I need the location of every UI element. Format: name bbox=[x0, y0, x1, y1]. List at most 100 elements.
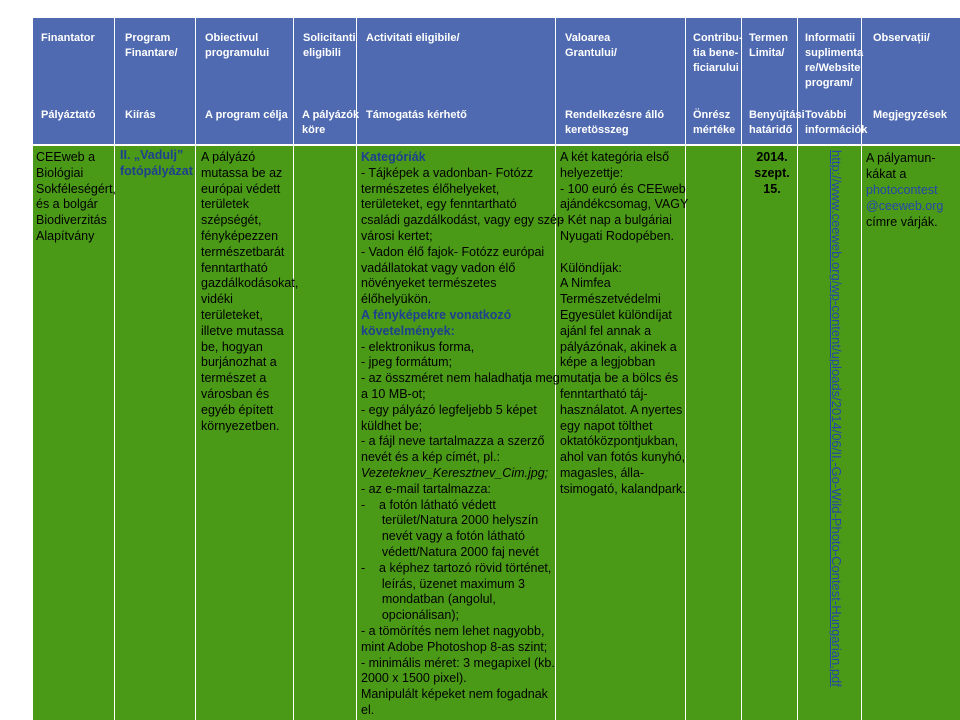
activities-line: - a fájl neve tartalmazza a szerző bbox=[361, 434, 545, 449]
activities-cell: Kategóriák - Tájképek a vadonban- Fotózz t… bbox=[361, 150, 564, 719]
activities-line: A fényképekre vonatkozó bbox=[361, 307, 512, 322]
header-hu-activities: Támogatás kérhető bbox=[366, 109, 467, 121]
activities-line: - minimális méret: 3 megapixel (kb. bbox=[361, 655, 555, 670]
header-ro-program: Program Finantare/ bbox=[125, 32, 178, 59]
activities-line: növényeket természetes bbox=[361, 276, 497, 291]
goal-cell: A pályázó mutassa be az európai védett t… bbox=[201, 150, 299, 433]
header-ro-activities: Activitati eligibile/ bbox=[366, 32, 460, 44]
activities-line: a 10 MB-ot; bbox=[361, 386, 426, 401]
activities-line: - egy pályázó legfeljebb 5 képet bbox=[361, 402, 537, 417]
activities-line: Vezeteknev_Keresztnev_Cim.jpg; bbox=[361, 465, 549, 480]
grant-line: - 100 euró és CEEweb bbox=[560, 181, 686, 196]
header-ro-deadline: Termen Limita/ bbox=[749, 32, 788, 59]
activities-line: 2000 x 1500 pixel). bbox=[361, 671, 467, 686]
deadline-date: szept. 15. bbox=[754, 165, 790, 196]
activities-line: - a tömörítés nem lehet nagyobb, bbox=[361, 623, 545, 638]
notes-email-1[interactable]: photocontest bbox=[866, 182, 956, 198]
grant-line: A Nimfea bbox=[560, 276, 611, 291]
program-cell: II. „Vadulj” fotópályázat bbox=[120, 148, 193, 178]
activities-line: - elektronikus forma, bbox=[361, 339, 475, 354]
activities-line: nevét vagy a fotón látható bbox=[361, 529, 525, 544]
column-divider bbox=[114, 18, 115, 720]
activities-line: - a képhez tartozó rövid történet, bbox=[361, 560, 552, 575]
header-ro-grant: Valoarea Grantului/ bbox=[565, 32, 617, 59]
info-link[interactable]: http://www.ceeweb.org/wp-content/uploads… bbox=[829, 150, 844, 687]
header-hu-eligible: A pályázók köre bbox=[302, 109, 360, 136]
grant-line: ahol van fotós kunyhó, bbox=[560, 450, 686, 465]
activities-line: opcionálisan); bbox=[361, 608, 459, 623]
grant-line: helyezettje: bbox=[560, 165, 624, 180]
grant-line: ajánl fel annak a bbox=[560, 323, 652, 338]
grant-line: Egyesület különdíjat bbox=[560, 307, 672, 322]
header-ro-goal: Obiectivul programului bbox=[205, 32, 270, 59]
activities-line: Kategóriák bbox=[361, 150, 426, 164]
activities-line: - Tájképek a vadonban- Fotózz bbox=[361, 165, 534, 180]
grant-line: egy napot tölthet bbox=[560, 418, 653, 433]
header-hu-program: Kiírás bbox=[125, 109, 156, 121]
grant-line: használatot. A nyertes bbox=[560, 402, 683, 417]
activities-line: területeket, egy fenntartható bbox=[361, 197, 517, 212]
activities-line: terület/Natura 2000 helyszín bbox=[361, 513, 539, 528]
grant-line: képe a legjobban bbox=[560, 355, 656, 370]
header-hu-info: További információk bbox=[805, 109, 868, 136]
header-hu-notes: Megjegyzések bbox=[873, 109, 947, 121]
column-divider bbox=[293, 18, 294, 720]
grant-line: tsimogató, kalandpark. bbox=[560, 481, 686, 496]
activities-line: küldhet be; bbox=[361, 418, 423, 433]
activities-line: el. bbox=[361, 702, 375, 717]
notes-text-3: címre várják. bbox=[866, 215, 938, 229]
column-divider bbox=[797, 18, 798, 720]
header-ro-funder: Finantator bbox=[41, 32, 95, 44]
grant-line: mutatja be a bölcs és bbox=[560, 371, 679, 386]
notes-cell: A pályamun- kákat a photocontest @ceeweb… bbox=[866, 150, 956, 230]
activities-line: Manipulált képeket nem fogadnak bbox=[361, 687, 548, 702]
activities-line: vadállatokat vagy vadon élő bbox=[361, 260, 516, 275]
header-hu-grant: Rendelkezésre álló keretösszeg bbox=[565, 109, 665, 136]
activities-line: védett/Natura 2000 faj nevét bbox=[361, 544, 539, 559]
grant-line: A két kategória első bbox=[560, 150, 670, 164]
activities-line: városi kertet; bbox=[361, 228, 433, 243]
header-hu-funder: Pályáztató bbox=[41, 109, 96, 121]
grant-line: ajándékcsomag, VAGY bbox=[560, 197, 689, 212]
grant-line: Természetvédelmi bbox=[560, 292, 661, 307]
deadline-year: 2014. bbox=[756, 150, 788, 164]
activities-line: - a fotón látható védett bbox=[361, 497, 496, 512]
header-ro-eligible: Solicitanti eligibili bbox=[303, 32, 356, 59]
header-hu-goal: A program célja bbox=[205, 109, 288, 121]
grant-line: Nyugati Rodopében. bbox=[560, 228, 674, 243]
activities-line: élőhelyükön. bbox=[361, 292, 432, 307]
activities-line: követelmények: bbox=[361, 323, 455, 338]
activities-line: mondatban (angolul, bbox=[361, 592, 496, 607]
deadline-cell: 2014. szept. 15. bbox=[744, 150, 800, 197]
info-link-cell: http://www.ceeweb.org/wp-content/uploads… bbox=[829, 150, 845, 690]
activities-line: - Vadon élő fajok- Fotózz európai bbox=[361, 244, 545, 259]
header-row-hungarian: Pályáztató Kiírás A program célja A pály… bbox=[33, 102, 960, 144]
grant-line: - Két nap a bulgáriai bbox=[560, 213, 672, 228]
activities-line: - az e-mail tartalmazza: bbox=[361, 481, 491, 496]
column-divider bbox=[861, 18, 862, 720]
activities-line: nevét és a kép címét, pl.: bbox=[361, 450, 500, 465]
column-divider bbox=[356, 18, 357, 720]
funder-cell: CEEweb a Biológiai Sokféleségért, és a b… bbox=[36, 150, 116, 243]
notes-text-2: kákat a bbox=[866, 167, 907, 181]
grant-line: Különdíjak: bbox=[560, 260, 622, 275]
grant-line: magasles, álla- bbox=[560, 465, 645, 480]
header-ro-info: Informatii suplimenta re/Website program… bbox=[805, 32, 864, 89]
notes-text-1: A pályamun- bbox=[866, 151, 936, 165]
activities-line: természetes élőhelyeket, bbox=[361, 181, 500, 196]
notes-email-2[interactable]: @ceeweb.org bbox=[866, 198, 956, 214]
grant-cell: A két kategória első helyezettje: - 100 eu… bbox=[560, 150, 690, 498]
grant-line bbox=[560, 245, 690, 261]
activities-line: családi gazdálkodást, vagy egy szép bbox=[361, 213, 564, 228]
grant-line: pályázónak, akinek a bbox=[560, 339, 677, 354]
column-divider bbox=[195, 18, 196, 720]
header-ro-notes: Observații/ bbox=[873, 32, 930, 44]
grant-line: oktatóközpontjukban, bbox=[560, 434, 679, 449]
header-hu-contribution: Önrész mértéke bbox=[693, 109, 736, 136]
grant-line: fenntartható táj- bbox=[560, 386, 648, 401]
activities-line: mint Adobe Photoshop 8-as szint; bbox=[361, 639, 548, 654]
header-ro-contribution: Contribu- tia bene- ficiarului bbox=[693, 32, 743, 74]
activities-line: - az összméret nem haladhatja meg bbox=[361, 371, 560, 386]
column-divider bbox=[741, 18, 742, 720]
activities-line: - jpeg formátum; bbox=[361, 355, 453, 370]
